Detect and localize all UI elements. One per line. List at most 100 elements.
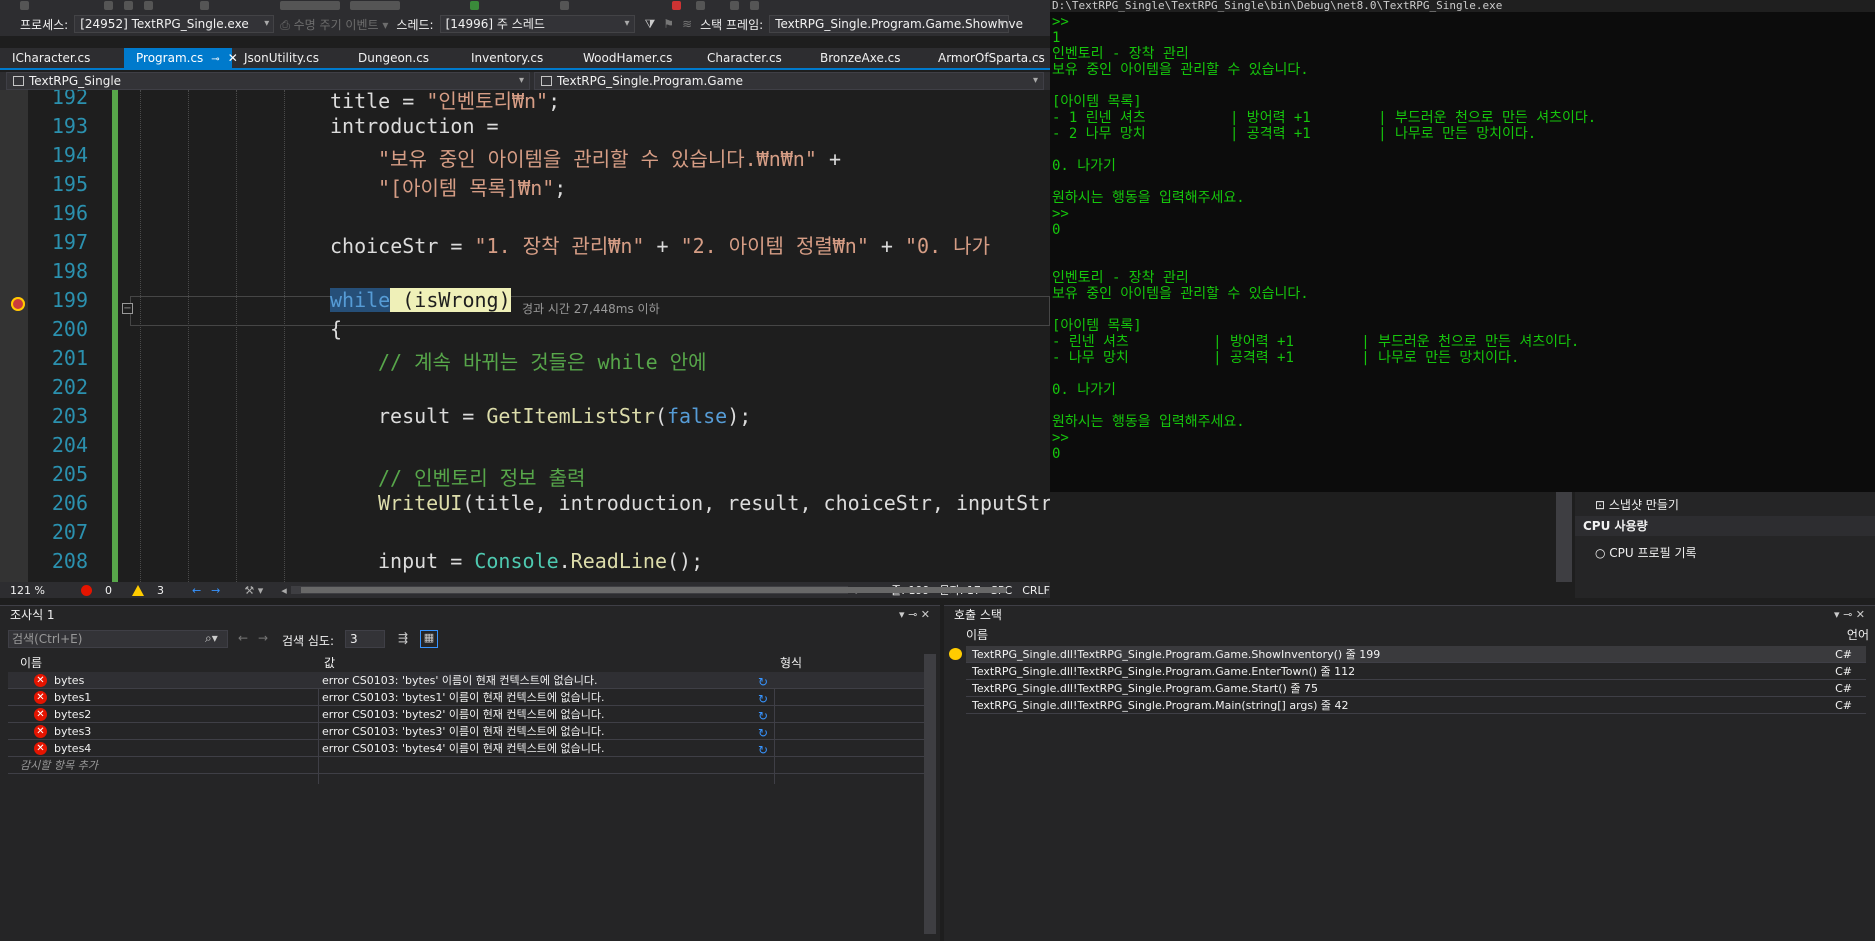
tab-woodhamer[interactable]: WoodHamer.cs — [571, 48, 695, 68]
line-number: 203 — [51, 404, 88, 428]
project-dropdown[interactable]: TextRPG_Single — [6, 72, 530, 90]
watch-row[interactable]: ✕ bytes2 error CS0103: 'bytes2' 이름이 현재 컨텍스… — [8, 706, 926, 723]
flag-icon[interactable]: ⚑ — [663, 17, 674, 31]
step-into-icon[interactable] — [750, 1, 759, 10]
column-header-language[interactable]: 언어 — [1847, 626, 1869, 644]
step-over-icon[interactable] — [730, 1, 739, 10]
tab-dungeon[interactable]: Dungeon.cs — [346, 48, 459, 68]
tab-icharacter[interactable]: ICharacter.cs — [0, 48, 124, 68]
platform-combo[interactable] — [350, 1, 400, 10]
pin-icon[interactable]: ⊸ — [211, 54, 219, 65]
code-line-199[interactable]: while (isWrong) — [330, 288, 511, 312]
code-line-192[interactable]: title = "인벤토리₩n"; — [330, 90, 560, 114]
code-editor[interactable]: 192 193 194 195 196 197 198 199 200 201 … — [0, 90, 1050, 582]
console-line: [아이템 목록] — [1052, 94, 1142, 110]
horizontal-scrollbar[interactable] — [290, 586, 1006, 594]
indent-guide — [236, 90, 237, 582]
save-icon[interactable] — [144, 1, 153, 10]
call-stack-panel: 호출 스택 ▾ ⊸ ✕ 이름 언어 TextRPG_Single.dll!Tex… — [944, 605, 1875, 941]
scope-dropdown[interactable]: TextRPG_Single.Program.Game — [534, 72, 1044, 90]
snapshot-button[interactable]: ⊡ 스냅샷 만들기 — [1595, 496, 1679, 513]
code-line-193[interactable]: introduction = — [330, 114, 499, 138]
stackframe-dropdown[interactable]: TextRPG_Single.Program.Game.ShowInve — [769, 15, 1023, 33]
watch-row[interactable]: ✕ bytes4 error CS0103: 'bytes4' 이름이 현재 컨텍스… — [8, 740, 926, 757]
tab-bronzeaxe[interactable]: BronzeAxe.cs — [808, 48, 926, 68]
code-line-206[interactable]: WriteUI(title, introduction, result, cho… — [378, 491, 1050, 515]
error-count[interactable]: 0 — [71, 584, 112, 597]
breakpoint-current-icon[interactable] — [11, 297, 25, 311]
column-header-name[interactable]: 이름 — [20, 654, 42, 672]
nav-back-icon[interactable]: ← — [192, 584, 201, 597]
warning-count[interactable]: 3 — [122, 584, 164, 597]
console-line: [아이템 목록] — [1052, 318, 1142, 334]
stack-frame-row[interactable]: TextRPG_Single.dll!TextRPG_Single.Progra… — [949, 646, 1866, 663]
tab-jsonutility[interactable]: JsonUtility.cs — [232, 48, 346, 68]
tab-program[interactable]: Program.cs ⊸ ✕ — [124, 48, 238, 68]
watch-row[interactable]: ✕ bytes error CS0103: 'bytes' 이름이 현재 컨텍스트에… — [8, 672, 926, 689]
restart-icon[interactable] — [696, 1, 705, 10]
tab-character[interactable]: Character.cs — [695, 48, 808, 68]
back-icon[interactable] — [20, 1, 29, 10]
panel-menu-icon[interactable]: ▾ ⊸ ✕ — [899, 608, 930, 621]
undo-icon[interactable] — [200, 1, 209, 10]
code-line-197[interactable]: choiceStr = "1. 장착 관리₩n" + "2. 아이템 정렬₩n"… — [330, 230, 990, 259]
code-line-201[interactable]: // 계속 바뀌는 것들은 while 안에 — [378, 346, 707, 375]
new-file-icon[interactable] — [104, 1, 113, 10]
console-window[interactable]: D:\TextRPG_Single\TextRPG_Single\bin\Deb… — [1050, 0, 1875, 492]
indent-guide — [188, 90, 189, 582]
console-line: 1 — [1052, 30, 1061, 46]
line-number: 201 — [51, 346, 88, 370]
watch-row[interactable]: ✕ bytes3 error CS0103: 'bytes3' 이름이 현재 컨텍스… — [8, 723, 926, 740]
pin-columns-icon[interactable]: ⇶ — [398, 631, 408, 645]
stack-frame-row[interactable]: TextRPG_Single.dll!TextRPG_Single.Progra… — [966, 697, 1866, 714]
break-all-icon[interactable] — [560, 1, 569, 10]
brush-icon[interactable]: ⚒ ▾ — [244, 584, 263, 597]
stack-frame-row[interactable]: TextRPG_Single.dll!TextRPG_Single.Progra… — [966, 680, 1866, 697]
error-icon: ✕ — [34, 742, 47, 755]
toggle-threads-icon[interactable]: ≋ — [682, 17, 692, 31]
watch-search-input[interactable]: 검색(Ctrl+E) — [8, 630, 228, 648]
nav-forward-icon[interactable]: → — [211, 584, 220, 597]
search-depth-dropdown[interactable]: 3 — [345, 630, 385, 648]
config-combo[interactable] — [280, 1, 340, 10]
console-line: - 린넨 셔츠 | 방어력 +1 | 부드러운 천으로 만든 셔츠이다. — [1052, 334, 1580, 350]
column-header-name[interactable]: 이름 — [966, 626, 988, 644]
search-back-icon[interactable]: ← — [238, 631, 248, 645]
continue-icon[interactable] — [470, 1, 479, 10]
thread-dropdown[interactable]: [14996] 주 스레드 — [439, 15, 635, 33]
editor-status-bar: 121 % 0 3 ← → ⚒ ▾ ◂ ▸ 줄: 199 문자: 17 SPC … — [0, 582, 1050, 598]
open-file-icon[interactable] — [124, 1, 133, 10]
code-line-200[interactable]: { — [330, 317, 342, 341]
process-dropdown[interactable]: [24952] TextRPG_Single.exe — [74, 15, 275, 33]
stack-frame-row[interactable]: TextRPG_Single.dll!TextRPG_Single.Progra… — [966, 663, 1866, 680]
code-line-208[interactable]: input = Console.ReadLine(); — [378, 549, 703, 573]
breakpoint-gutter[interactable] — [0, 90, 28, 582]
collapse-icon[interactable]: − — [122, 303, 133, 314]
code-line-194[interactable]: "보유 중인 아이템을 관리할 수 있습니다.₩n₩n" + — [378, 143, 841, 172]
view-icon[interactable]: ▦ — [420, 630, 438, 648]
panel-menu-icon[interactable]: ▾ ⊸ ✕ — [1834, 608, 1865, 621]
column-header-value[interactable]: 값 — [324, 654, 335, 672]
filter-icon[interactable]: ⧩ — [645, 17, 656, 32]
code-line-205[interactable]: // 인벤토리 정보 출력 — [378, 462, 585, 491]
code-line-203[interactable]: result = GetItemListStr(false); — [378, 404, 751, 428]
search-forward-icon[interactable]: → — [258, 631, 268, 645]
change-tracking-bar — [112, 90, 118, 582]
column-header-type[interactable]: 형식 — [780, 654, 802, 672]
watch-row[interactable]: ✕ bytes1 error CS0103: 'bytes1' 이름이 현재 컨텍스… — [8, 689, 926, 706]
radio-icon[interactable]: ○ — [1595, 546, 1609, 560]
editor-vertical-scrollbar[interactable] — [1556, 492, 1572, 582]
lifecycle-events-button[interactable]: ⎙ 수명 주기 이벤트 ▾ — [280, 16, 388, 33]
error-icon: ✕ — [34, 691, 47, 704]
tab-inventory[interactable]: Inventory.cs — [459, 48, 571, 68]
add-watch-item[interactable]: 감시할 항목 추가 — [8, 757, 926, 774]
scroll-left-icon[interactable]: ◂ — [281, 584, 287, 597]
search-icon[interactable]: ⌕▾ — [205, 631, 218, 646]
watch-scrollbar[interactable] — [924, 654, 936, 934]
code-line-195[interactable]: "[아이템 목록]₩n"; — [378, 172, 566, 201]
perf-tip[interactable]: 경과 시간 27,448ms 이하 — [522, 300, 660, 317]
tab-armorofsparta[interactable]: ArmorOfSparta.cs — [926, 48, 1050, 68]
cpu-record-option[interactable]: ○ CPU 프로필 기록 — [1595, 544, 1697, 561]
zoom-level[interactable]: 121 % — [10, 584, 45, 597]
stop-icon[interactable] — [672, 1, 681, 10]
